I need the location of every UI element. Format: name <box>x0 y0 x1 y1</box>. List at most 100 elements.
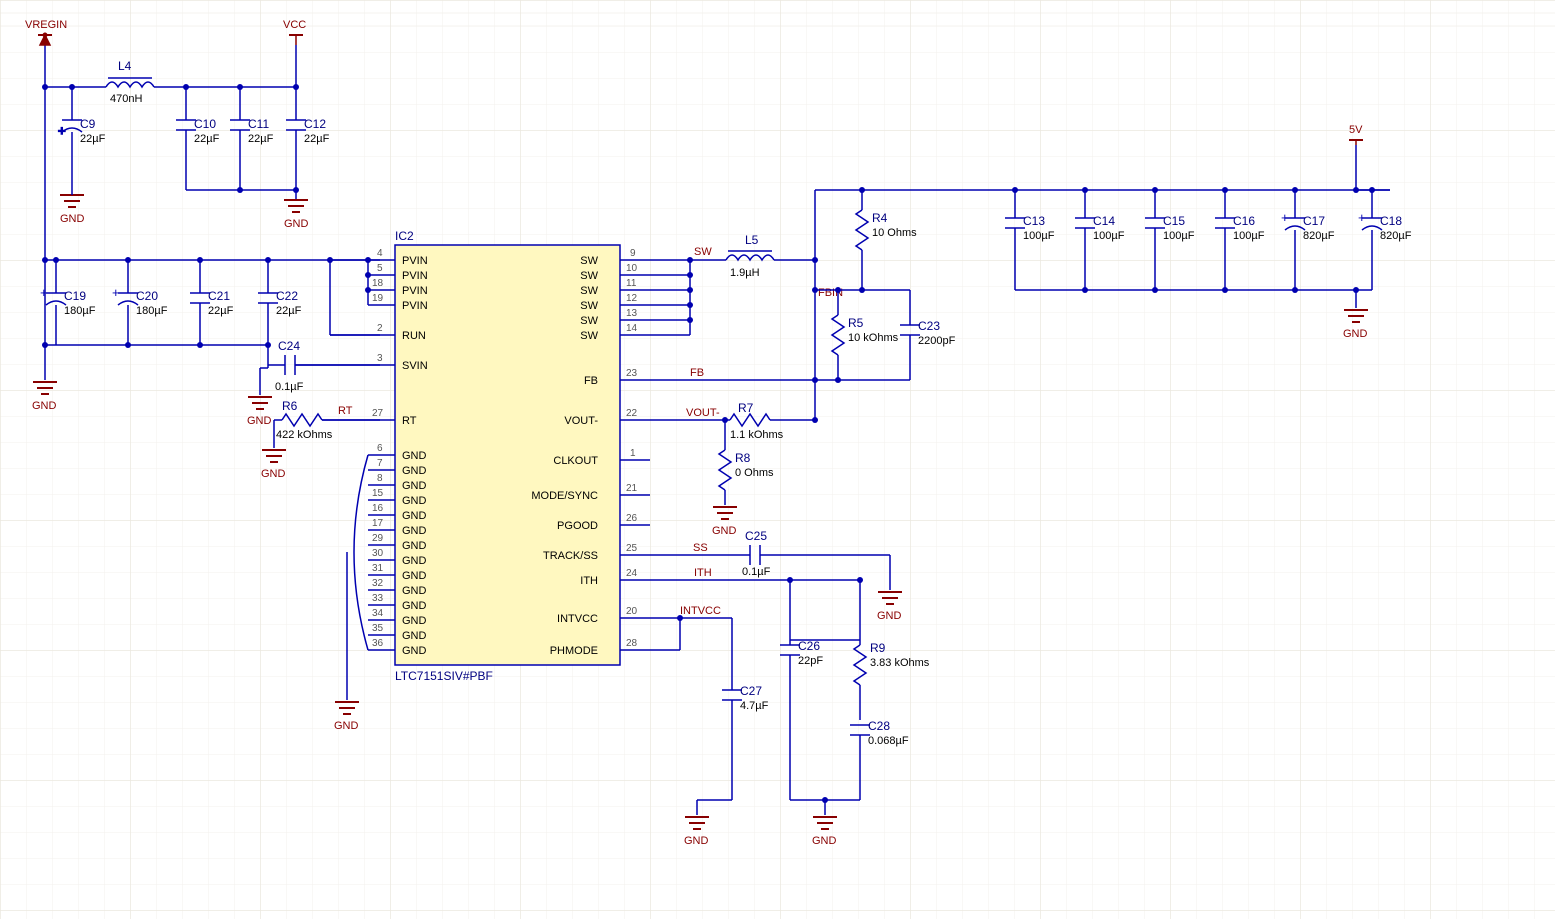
svg-text:RT: RT <box>338 405 353 417</box>
svg-text:C22: C22 <box>276 289 298 303</box>
svg-text:22µF: 22µF <box>194 133 220 145</box>
svg-text:SW: SW <box>580 315 598 327</box>
svg-text:PVIN: PVIN <box>402 255 428 267</box>
ic-name: LTC7151SIV#PBF <box>395 669 493 683</box>
svg-text:1.9µH: 1.9µH <box>730 267 760 279</box>
svg-text:100µF: 100µF <box>1093 230 1125 242</box>
svg-text:+: + <box>40 285 48 300</box>
svg-text:19: 19 <box>372 293 384 304</box>
svg-text:30: 30 <box>372 548 384 559</box>
svg-text:GND: GND <box>402 645 427 657</box>
svg-text:33: 33 <box>372 593 384 604</box>
svg-text:GND: GND <box>402 630 427 642</box>
svg-text:10 Ohms: 10 Ohms <box>872 227 917 239</box>
svg-text:8: 8 <box>377 473 383 484</box>
svg-text:ITH: ITH <box>580 575 598 587</box>
svg-text:GND: GND <box>812 835 837 847</box>
svg-text:16: 16 <box>372 503 384 514</box>
svg-text:24: 24 <box>626 568 638 579</box>
schematic: VREGIN VCC 5V L4 470nH + C9 22µF C10 22µ… <box>0 0 1555 919</box>
svg-text:C21: C21 <box>208 289 230 303</box>
svg-text:SVIN: SVIN <box>402 360 428 372</box>
svg-text:35: 35 <box>372 623 384 634</box>
svg-text:2200pF: 2200pF <box>918 335 956 347</box>
svg-text:GND: GND <box>402 570 427 582</box>
svg-text:+: + <box>112 285 120 300</box>
vcc-label: VCC <box>283 19 306 31</box>
svg-text:5: 5 <box>377 263 383 274</box>
svg-text:TRACK/SS: TRACK/SS <box>543 550 598 562</box>
svg-text:C27: C27 <box>740 684 762 698</box>
svg-text:1: 1 <box>630 448 636 459</box>
svg-text:L4: L4 <box>118 59 132 73</box>
svg-text:INTVCC: INTVCC <box>557 613 598 625</box>
svg-text:GND: GND <box>712 525 737 537</box>
svg-text:MODE/SYNC: MODE/SYNC <box>531 490 598 502</box>
svg-text:0.1µF: 0.1µF <box>742 566 771 578</box>
svg-text:C26: C26 <box>798 639 820 653</box>
svg-text:4.7µF: 4.7µF <box>740 700 769 712</box>
svg-text:2: 2 <box>377 323 383 334</box>
svg-text:PVIN: PVIN <box>402 300 428 312</box>
svg-text:10 kOhms: 10 kOhms <box>848 332 899 344</box>
svg-text:7: 7 <box>377 458 383 469</box>
svg-text:36: 36 <box>372 638 384 649</box>
svg-text:GND: GND <box>402 615 427 627</box>
svg-text:R6: R6 <box>282 399 298 413</box>
svg-text:13: 13 <box>626 308 638 319</box>
svg-text:422 kOhms: 422 kOhms <box>276 429 333 441</box>
svg-text:C9: C9 <box>80 117 96 131</box>
svg-text:R7: R7 <box>738 401 754 415</box>
svg-text:180µF: 180µF <box>136 305 168 317</box>
svg-text:C20: C20 <box>136 289 158 303</box>
svg-text:RT: RT <box>402 415 417 427</box>
svg-text:VOUT-: VOUT- <box>564 415 598 427</box>
svg-text:25: 25 <box>626 543 638 554</box>
svg-text:SW: SW <box>580 255 598 267</box>
svg-text:3: 3 <box>377 353 383 364</box>
svg-text:GND: GND <box>402 450 427 462</box>
5v-label: 5V <box>1349 124 1363 136</box>
svg-text:GND: GND <box>402 480 427 492</box>
svg-text:22µF: 22µF <box>80 133 106 145</box>
svg-text:22: 22 <box>626 408 638 419</box>
svg-text:4: 4 <box>377 248 383 259</box>
svg-text:0.068µF: 0.068µF <box>868 735 909 747</box>
svg-text:GND: GND <box>402 600 427 612</box>
svg-text:GND: GND <box>402 465 427 477</box>
svg-text:PVIN: PVIN <box>402 270 428 282</box>
svg-text:C18: C18 <box>1380 214 1402 228</box>
svg-text:15: 15 <box>372 488 384 499</box>
svg-text:R9: R9 <box>870 641 886 655</box>
svg-text:21: 21 <box>626 483 638 494</box>
svg-text:22µF: 22µF <box>276 305 302 317</box>
svg-text:GND: GND <box>402 540 427 552</box>
svg-text:C12: C12 <box>304 117 326 131</box>
svg-text:22µF: 22µF <box>208 305 234 317</box>
svg-text:C25: C25 <box>745 529 767 543</box>
svg-text:0 Ohms: 0 Ohms <box>735 467 774 479</box>
svg-text:PHMODE: PHMODE <box>550 645 598 657</box>
svg-text:17: 17 <box>372 518 384 529</box>
svg-text:PGOOD: PGOOD <box>557 520 598 532</box>
svg-text:0.1µF: 0.1µF <box>275 381 304 393</box>
svg-text:GND: GND <box>877 610 902 622</box>
svg-text:GND: GND <box>32 400 57 412</box>
svg-text:22µF: 22µF <box>248 133 274 145</box>
svg-text:GND: GND <box>402 555 427 567</box>
vregin-label: VREGIN <box>25 19 67 31</box>
svg-text:20: 20 <box>626 606 638 617</box>
svg-text:SW: SW <box>580 270 598 282</box>
svg-text:18: 18 <box>372 278 384 289</box>
svg-text:100µF: 100µF <box>1023 230 1055 242</box>
svg-text:SW: SW <box>694 246 712 258</box>
svg-text:6: 6 <box>377 443 383 454</box>
svg-text:GND: GND <box>402 525 427 537</box>
svg-text:GND: GND <box>284 218 309 230</box>
svg-text:470nH: 470nH <box>110 93 142 105</box>
svg-text:CLKOUT: CLKOUT <box>553 455 598 467</box>
svg-text:L5: L5 <box>745 233 759 247</box>
svg-text:C16: C16 <box>1233 214 1255 228</box>
svg-text:28: 28 <box>626 638 638 649</box>
svg-text:RUN: RUN <box>402 330 426 342</box>
